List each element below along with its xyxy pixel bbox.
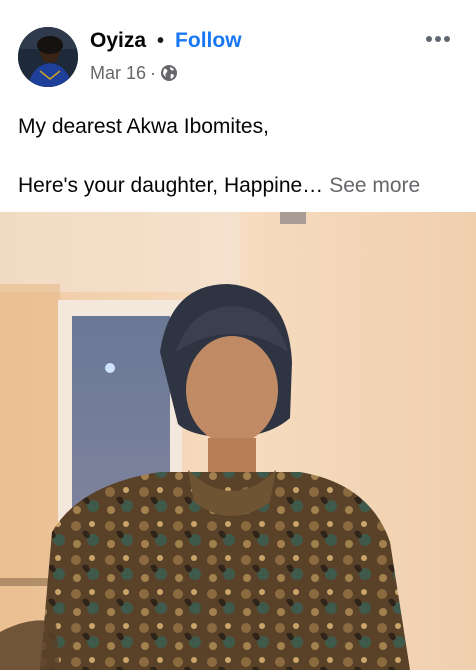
caption-line-1: My dearest Akwa Ibomites, [18, 115, 269, 138]
separator-dot: • [157, 29, 165, 52]
author-name[interactable]: Oyiza [90, 29, 146, 53]
globe-icon[interactable] [160, 64, 178, 82]
post-photo[interactable] [0, 212, 476, 670]
author-avatar[interactable] [18, 27, 78, 87]
follow-button[interactable]: Follow [175, 29, 242, 53]
avatar-image [18, 27, 78, 87]
post-header: Oyiza • Follow Mar 16 · [0, 0, 476, 100]
caption-text: Here's your daughter, Happine… [18, 174, 324, 197]
post-date[interactable]: Mar 16 [90, 63, 146, 84]
photo-image [0, 212, 476, 670]
post-caption: My dearest Akwa Ibomites, Here's your da… [18, 112, 464, 197]
caption-line-2: Here's your daughter, Happine… See more [18, 171, 420, 200]
post-meta: Mar 16 · [90, 61, 178, 85]
see-more-link[interactable]: See more [329, 174, 420, 197]
author-name-row: Oyiza • Follow [90, 27, 242, 55]
meta-separator: · [150, 62, 157, 83]
more-horizontal-icon [426, 36, 450, 42]
more-options-button[interactable] [420, 26, 456, 52]
